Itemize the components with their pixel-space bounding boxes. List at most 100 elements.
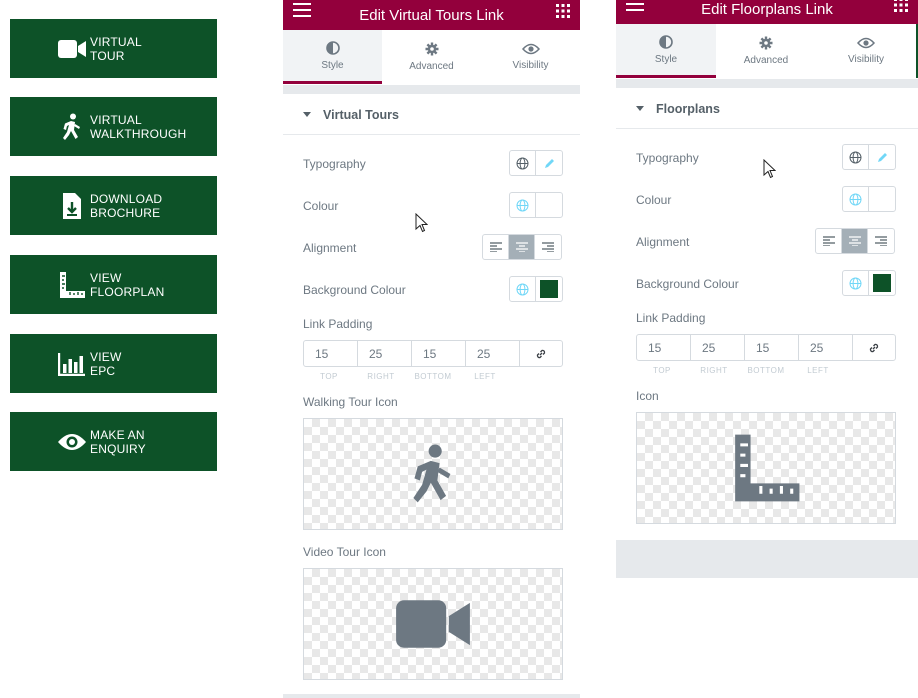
background-colour-control [842, 270, 896, 296]
padding-bottom-input[interactable]: 15 [412, 341, 466, 366]
separator [616, 79, 918, 88]
button-label-line2: TOUR [90, 48, 125, 63]
mouse-cursor-icon [415, 213, 428, 233]
tab-visibility[interactable]: Visibility [481, 30, 580, 84]
video-tour-icon-picker[interactable] [303, 568, 563, 680]
padding-right-input[interactable]: 25 [691, 335, 745, 360]
align-left-icon[interactable] [483, 235, 509, 259]
tab-visibility[interactable]: Visibility [816, 24, 916, 78]
padding-bottom-input[interactable]: 15 [745, 335, 799, 360]
ruler-icon [56, 269, 88, 301]
hamburger-menu-icon[interactable] [293, 3, 311, 21]
globe-icon[interactable] [843, 271, 869, 295]
ruler-icon [735, 434, 800, 502]
panel-footer [616, 540, 918, 578]
button-label-line1: VIRTUAL [90, 34, 142, 49]
padding-label-right: RIGHT [700, 366, 728, 375]
button-label-line1: VIEW [90, 270, 122, 285]
padding-top-input[interactable]: 15 [637, 335, 691, 360]
virtual-walkthrough-button[interactable]: VIRTUAL WALKTHROUGH [10, 97, 217, 156]
widgets-grid-icon[interactable] [894, 0, 908, 16]
padding-label-left: LEFT [807, 366, 829, 375]
button-label-line2: EPC [90, 363, 116, 378]
icon-label: Icon [636, 389, 659, 403]
globe-icon[interactable] [843, 187, 869, 211]
padding-label-bottom: BOTTOM [414, 372, 452, 381]
align-right-icon[interactable] [868, 229, 894, 253]
padding-top-input[interactable]: 15 [304, 341, 358, 366]
align-center-icon[interactable] [842, 229, 868, 253]
link-padding-control: 15 25 15 25 [636, 334, 896, 361]
padding-right-input[interactable]: 25 [358, 341, 412, 366]
section-title: Floorplans [656, 101, 720, 116]
align-left-icon[interactable] [816, 229, 842, 253]
gear-icon [425, 42, 438, 56]
padding-left-input[interactable]: 25 [466, 341, 520, 366]
edit-pencil-icon[interactable] [536, 151, 562, 175]
align-center-icon[interactable] [509, 235, 535, 259]
panel-tabs: Style Advanced Visibility [283, 30, 580, 84]
colour-control [842, 186, 896, 212]
panel-title: Edit Floorplans Link [701, 0, 833, 18]
download-brochure-button[interactable]: DOWNLOAD BROCHURE [10, 176, 217, 235]
padding-label-top: TOP [320, 372, 338, 381]
hamburger-menu-icon[interactable] [626, 0, 644, 15]
colour-swatch-empty[interactable] [869, 187, 895, 211]
video-camera-icon [396, 600, 470, 648]
eye-icon [857, 37, 875, 49]
padding-label-right: RIGHT [367, 372, 395, 381]
download-file-icon [56, 190, 88, 222]
globe-icon[interactable] [510, 277, 536, 301]
walking-person-icon [56, 111, 88, 143]
walking-tour-icon-label: Walking Tour Icon [303, 395, 398, 409]
link-values-icon[interactable] [520, 341, 562, 366]
button-label-line1: DOWNLOAD [90, 191, 163, 206]
link-padding-control: 15 25 15 25 [303, 340, 563, 367]
alignment-label: Alignment [303, 241, 357, 255]
globe-icon[interactable] [510, 193, 536, 217]
link-values-icon[interactable] [853, 335, 895, 360]
section-header-virtual-tours[interactable]: Virtual Tours [283, 95, 580, 135]
padding-labels: TOP RIGHT BOTTOM LEFT [303, 372, 563, 381]
widgets-grid-icon[interactable] [556, 4, 570, 22]
video-camera-icon [56, 33, 88, 65]
align-right-icon[interactable] [535, 235, 561, 259]
video-tour-icon-label: Video Tour Icon [303, 545, 386, 559]
tab-style[interactable]: Style [616, 24, 716, 78]
globe-icon[interactable] [510, 151, 536, 175]
eye-icon [521, 43, 540, 55]
globe-icon[interactable] [843, 145, 869, 169]
button-label-line2: BROCHURE [90, 205, 161, 220]
padding-left-input[interactable]: 25 [799, 335, 853, 360]
colour-control [509, 192, 563, 218]
tab-advanced[interactable]: Advanced [716, 24, 816, 78]
tab-style[interactable]: Style [283, 30, 382, 84]
panel-header: Edit Floorplans Link [616, 0, 918, 24]
button-label-line1: VIEW [90, 349, 122, 364]
tab-advanced[interactable]: Advanced [382, 30, 481, 84]
gear-icon [759, 36, 773, 50]
colour-swatch-green[interactable] [869, 271, 895, 295]
view-floorplan-button[interactable]: VIEW FLOORPLAN [10, 255, 217, 314]
colour-swatch-green[interactable] [536, 277, 562, 301]
colour-label: Colour [636, 193, 672, 207]
make-an-enquiry-button[interactable]: MAKE AN ENQUIRY [10, 412, 217, 471]
padding-label-bottom: BOTTOM [747, 366, 785, 375]
floorplans-editor-panel: Edit Floorplans Link Style Advanced Visi… [616, 0, 918, 578]
view-epc-button[interactable]: VIEW EPC [10, 334, 217, 393]
edit-pencil-icon[interactable] [869, 145, 895, 169]
tab-label: Advanced [409, 61, 454, 72]
separator [283, 85, 580, 94]
section-header-floorplans[interactable]: Floorplans [616, 89, 918, 129]
colour-swatch-empty[interactable] [536, 193, 562, 217]
typography-control [842, 144, 896, 170]
mouse-cursor-icon [763, 159, 776, 179]
floorplan-icon-picker[interactable] [636, 412, 896, 524]
padding-label-top: TOP [653, 366, 671, 375]
bar-chart-icon [56, 348, 88, 380]
background-colour-label: Background Colour [636, 277, 739, 291]
virtual-tour-button[interactable]: VIRTUAL TOUR [10, 19, 217, 78]
contrast-icon [325, 40, 340, 55]
section-title: Virtual Tours [323, 107, 399, 122]
walking-tour-icon-picker[interactable] [303, 418, 563, 530]
